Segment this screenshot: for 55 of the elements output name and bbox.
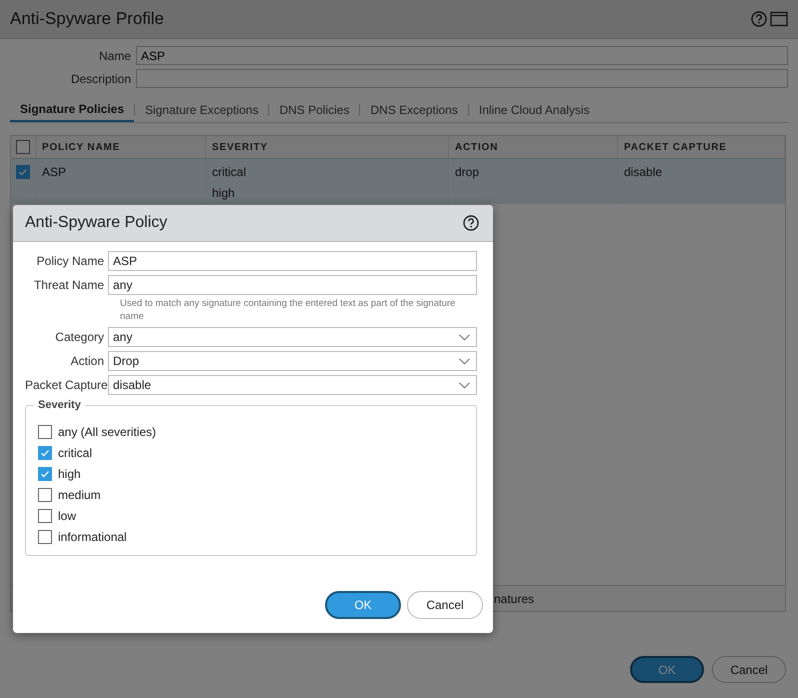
cancel-button[interactable]: Cancel (712, 656, 786, 683)
field-label: Name (98, 48, 131, 62)
table-cell: drop (455, 165, 480, 179)
table-cell: high (212, 186, 235, 200)
checkbox-label: informational (58, 530, 127, 544)
checkbox-label: critical (58, 446, 92, 460)
maximize-icon[interactable] (770, 11, 788, 27)
tab[interactable]: Signature Policies (10, 98, 134, 122)
checkbox[interactable] (38, 446, 52, 460)
field-label: Action (70, 354, 104, 368)
help-icon[interactable] (463, 215, 479, 231)
cancel-button[interactable]: Cancel (407, 591, 483, 619)
tab[interactable]: DNS Exceptions (360, 98, 468, 122)
column-header: POLICY NAME (36, 136, 206, 158)
checkbox[interactable] (38, 488, 52, 502)
checkbox-label: medium (58, 488, 101, 502)
checkbox-label: low (58, 509, 76, 523)
checkbox[interactable] (38, 467, 52, 481)
chevron-icon (459, 334, 470, 340)
field-label: Category (54, 330, 104, 344)
field-label: Threat Name (32, 278, 104, 292)
field-label: Policy Name (36, 254, 104, 268)
input-field[interactable] (136, 69, 788, 88)
dropdown[interactable]: disable (108, 375, 477, 395)
checkbox-label: high (58, 467, 81, 481)
toolbar-text: natures (494, 592, 534, 606)
table-cell: disable (624, 165, 662, 179)
checkbox[interactable] (38, 530, 52, 544)
field-label: Description (70, 72, 131, 86)
tab[interactable]: Signature Exceptions (135, 98, 268, 122)
dialog-title: Anti-Spyware Policy (25, 214, 168, 232)
table-cell: critical (212, 165, 246, 179)
chevron-icon (459, 382, 470, 388)
tab[interactable]: Inline Cloud Analysis (468, 98, 600, 122)
column-header: SEVERITY (206, 136, 449, 158)
chevron-icon (459, 358, 470, 364)
help-text: Used to match any signature containing the entered text as part of the signature name (120, 297, 456, 323)
input-field[interactable]: ASP (108, 251, 477, 271)
column-header: PACKET CAPTURE (618, 136, 785, 158)
dropdown[interactable]: Drop (108, 351, 477, 371)
checkbox[interactable] (38, 425, 52, 439)
checkbox[interactable] (16, 140, 30, 154)
tab[interactable]: DNS Policies (269, 98, 360, 122)
window-title: Anti-Spyware Profile (10, 9, 164, 29)
checkbox-label: any (All severities) (58, 425, 156, 439)
input-field[interactable]: any (108, 275, 477, 295)
ok-button[interactable]: OK (325, 591, 401, 619)
checkbox[interactable] (16, 165, 30, 179)
input-field[interactable]: ASP (136, 46, 788, 65)
group-legend: Severity (34, 399, 85, 411)
checkbox[interactable] (38, 509, 52, 523)
column-header: ACTION (449, 136, 618, 158)
table-cell: ASP (42, 165, 66, 179)
dropdown[interactable]: any (108, 327, 477, 347)
table-row[interactable]: ASP critical high drop disable (11, 159, 785, 204)
